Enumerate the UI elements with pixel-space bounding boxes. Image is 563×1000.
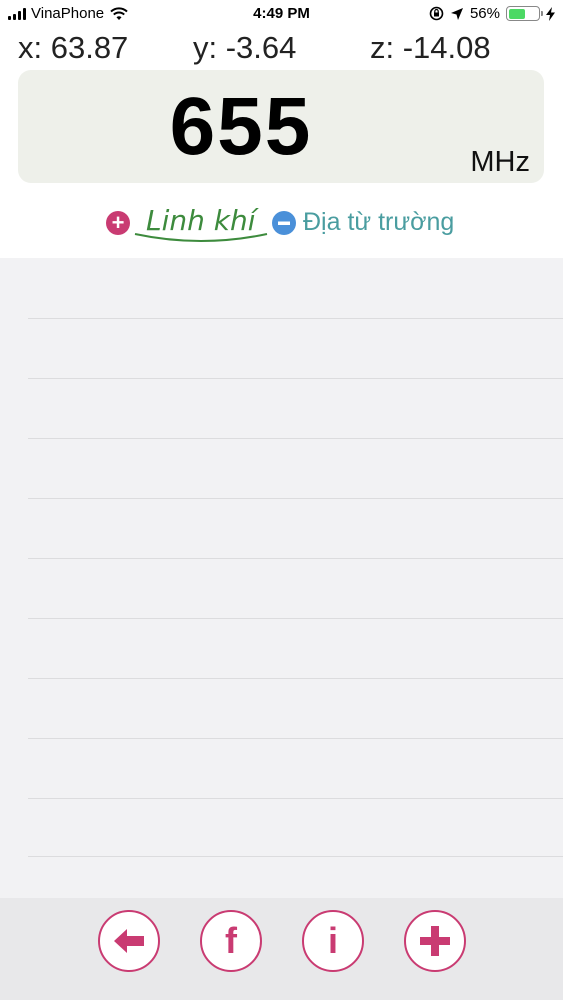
charging-bolt-icon [546,6,555,21]
battery-icon [506,6,543,21]
grid-line [28,558,563,559]
grid-line [28,798,563,799]
facebook-button[interactable]: f [200,910,262,972]
battery-level-fill [508,8,525,19]
location-arrow-icon [450,7,463,20]
grid-line [28,856,563,857]
info-button[interactable]: i [302,910,364,972]
grid-line [28,618,563,619]
status-left: VinaPhone [8,5,128,22]
axis-z-value: z: -14.08 [370,30,491,65]
minus-circle-icon [272,211,296,235]
plus-circle-icon: + [106,211,130,235]
signal-icon [8,7,26,20]
wifi-icon [110,6,128,20]
info-icon: i [327,920,338,961]
graph-area [0,258,563,898]
grid-line [28,738,563,739]
bottom-toolbar: f i [0,898,563,1000]
grid-line [28,438,563,439]
grid-line [28,378,563,379]
plus-icon [420,926,450,956]
axis-x-value: x: 63.87 [18,30,129,65]
back-button[interactable] [98,910,160,972]
frequency-unit: MHz [470,146,530,178]
status-right: 56% [429,5,555,22]
orientation-lock-icon [429,6,444,21]
axes-readout: x: 63.87 y: -3.64 z: -14.08 [0,30,563,68]
legend: + Linh khí Địa từ trường [0,200,563,250]
frequency-value: 655 [169,81,313,172]
status-bar: VinaPhone 4:49 PM 56% [0,0,563,30]
legend-label-negative: Địa từ trường [303,208,455,236]
arrow-left-icon [114,929,144,953]
grid-line [28,498,563,499]
facebook-icon: f [225,920,237,961]
axis-y-value: y: -3.64 [193,30,297,65]
carrier-name: VinaPhone [31,5,105,22]
legend-underline [134,233,268,242]
grid-line [28,318,563,319]
add-button[interactable] [404,910,466,972]
battery-percent: 56% [469,5,500,22]
frequency-panel: 655 MHz [18,70,544,183]
grid-line [28,678,563,679]
